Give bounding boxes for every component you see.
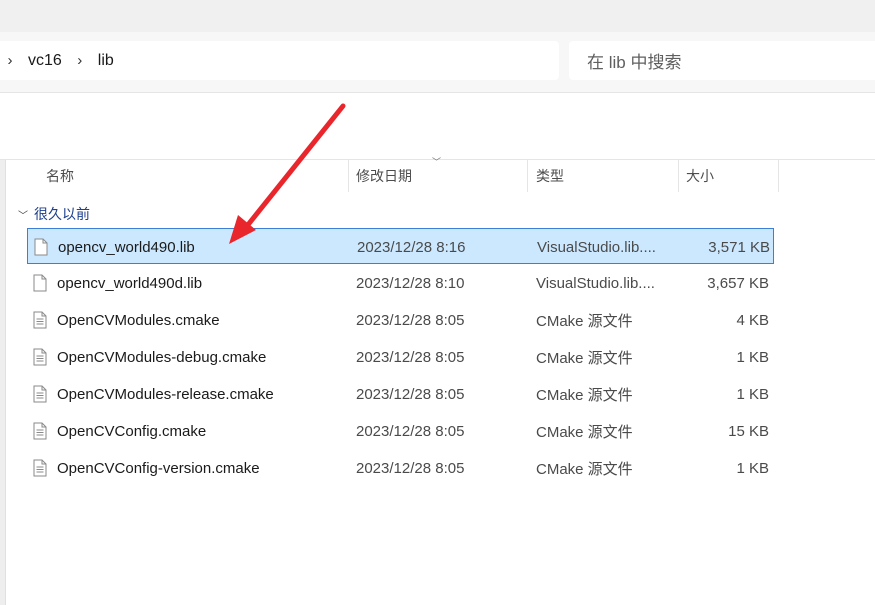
file-date: 2023/12/28 8:10 [356, 274, 465, 292]
text-file-icon [32, 339, 48, 375]
chevron-right-icon[interactable]: › [70, 52, 90, 69]
blank-file-icon [33, 229, 49, 265]
file-date: 2023/12/28 8:05 [356, 459, 465, 477]
file-size: 3,657 KB [707, 274, 769, 292]
command-bar [0, 93, 875, 160]
file-row[interactable]: OpenCVConfig-version.cmake 2023/12/28 8:0… [27, 450, 774, 486]
file-row[interactable]: opencv_world490.lib 2023/12/28 8:16 Visual… [27, 228, 774, 264]
blank-file-icon [32, 265, 48, 301]
file-size: 15 KB [728, 422, 769, 440]
file-size: 4 KB [736, 311, 769, 329]
file-size: 1 KB [736, 348, 769, 366]
column-divider[interactable] [778, 160, 779, 192]
file-name[interactable]: OpenCVModules.cmake [57, 302, 220, 338]
text-file-icon [32, 450, 48, 486]
breadcrumb-item-vc16[interactable]: vc16 [20, 52, 70, 70]
file-name[interactable]: opencv_world490d.lib [57, 265, 202, 301]
chevron-right-icon[interactable]: › [0, 52, 20, 69]
file-date: 2023/12/28 8:05 [356, 422, 465, 440]
file-date: 2023/12/28 8:05 [356, 311, 465, 329]
file-name[interactable]: OpenCVConfig-version.cmake [57, 450, 260, 486]
file-row[interactable]: OpenCVModules-release.cmake 2023/12/28 8:… [27, 376, 774, 412]
text-file-icon [32, 413, 48, 449]
file-date: 2023/12/28 8:16 [357, 238, 466, 256]
file-size: 1 KB [736, 459, 769, 477]
column-divider[interactable] [527, 160, 528, 192]
text-file-icon [32, 302, 48, 338]
file-size: 1 KB [736, 385, 769, 403]
file-name[interactable]: opencv_world490.lib [58, 229, 195, 265]
sort-caret-icon: ﹀ [432, 157, 442, 167]
column-header-size[interactable]: 大小 [686, 160, 714, 192]
file-row[interactable]: OpenCVModules.cmake 2023/12/28 8:05 CMake … [27, 302, 774, 338]
column-header-date[interactable]: 修改日期 [356, 160, 412, 192]
group-label: 很久以前 [34, 206, 90, 222]
search-placeholder: 在 lib 中搜索 [587, 53, 682, 72]
chevron-down-icon[interactable]: ﹀ [18, 207, 28, 222]
breadcrumb[interactable]: › vc16 › lib [0, 41, 559, 80]
file-name[interactable]: OpenCVModules-release.cmake [57, 376, 274, 412]
navigation-pane-edge[interactable] [0, 160, 6, 605]
search-input[interactable]: 在 lib 中搜索 [569, 41, 875, 80]
file-date: 2023/12/28 8:05 [356, 385, 465, 403]
file-name[interactable]: OpenCVModules-debug.cmake [57, 339, 266, 375]
file-row[interactable]: OpenCVModules-debug.cmake 2023/12/28 8:05… [27, 339, 774, 375]
file-name[interactable]: OpenCVConfig.cmake [57, 413, 206, 449]
group-header[interactable]: ﹀ 很久以前 [18, 203, 90, 225]
text-file-icon [32, 376, 48, 412]
breadcrumb-item-lib[interactable]: lib [90, 52, 122, 70]
column-header-name[interactable]: 名称 [46, 160, 74, 192]
column-divider[interactable] [678, 160, 679, 192]
column-divider[interactable] [348, 160, 349, 192]
file-row[interactable]: opencv_world490d.lib 2023/12/28 8:10 Visua… [27, 265, 774, 301]
title-bar [0, 0, 875, 32]
column-header-type[interactable]: 类型 [536, 160, 564, 192]
file-row[interactable]: OpenCVConfig.cmake 2023/12/28 8:05 CMake 源… [27, 413, 774, 449]
file-size: 3,571 KB [708, 238, 770, 256]
file-date: 2023/12/28 8:05 [356, 348, 465, 366]
